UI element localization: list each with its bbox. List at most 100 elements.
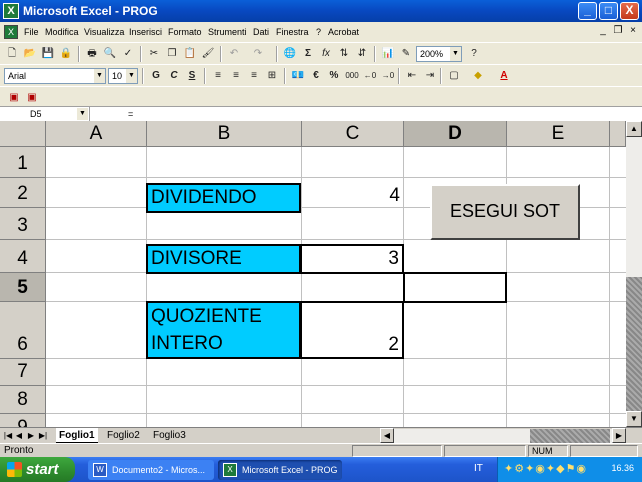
row-header-6[interactable]: 6	[0, 302, 46, 359]
cell-c4-divisor-value[interactable]: 3	[300, 244, 404, 274]
clock[interactable]: 16.36	[611, 463, 634, 473]
decrease-indent-icon[interactable]: ⇤	[404, 68, 420, 84]
scroll-right-icon[interactable]: ▶	[612, 428, 626, 443]
workbook-icon[interactable]: X	[4, 25, 18, 39]
new-icon[interactable]: 🗋	[4, 46, 20, 62]
undo-icon[interactable]: ↶	[226, 46, 242, 62]
increase-decimal-icon[interactable]: ←0	[362, 68, 378, 84]
sheet-tab-foglio3[interactable]: Foglio3	[150, 428, 189, 443]
percent-button[interactable]: %	[326, 68, 342, 84]
italic-button[interactable]: C	[166, 68, 182, 84]
row-header-8[interactable]: 8	[0, 386, 46, 414]
menu-strumenti[interactable]: Strumenti	[208, 27, 247, 37]
hyperlink-icon[interactable]: 🌐	[282, 46, 298, 62]
chart-wizard-icon[interactable]: 📊	[380, 46, 396, 62]
cell-c6-quotient-value[interactable]: 2	[300, 301, 404, 359]
row-header-7[interactable]: 7	[0, 359, 46, 386]
close-button[interactable]: X	[620, 2, 639, 20]
cut-icon[interactable]: ✂	[146, 46, 162, 62]
select-all-corner[interactable]	[0, 121, 46, 147]
start-button[interactable]: start	[0, 457, 75, 482]
pdf-email-icon[interactable]: ▣	[24, 90, 40, 106]
borders-icon[interactable]: ▢	[446, 68, 462, 84]
column-header-e[interactable]: E	[507, 121, 610, 147]
underline-button[interactable]: S	[184, 68, 200, 84]
cell-c2-dividend-value[interactable]: 4	[302, 183, 403, 213]
chevron-down-icon[interactable]: ▼	[77, 108, 88, 120]
cell-d5-active-cell[interactable]	[403, 272, 507, 303]
copy-icon[interactable]: ❐	[164, 46, 180, 62]
menu-modifica[interactable]: Modifica	[45, 27, 79, 37]
print-icon[interactable]: 🖶	[84, 46, 100, 62]
format-painter-icon[interactable]: 🖌	[200, 46, 216, 62]
first-sheet-icon[interactable]: |◀	[3, 430, 13, 442]
increase-indent-icon[interactable]: ⇥	[422, 68, 438, 84]
bold-button[interactable]: G	[148, 68, 164, 84]
align-left-icon[interactable]: ≡	[210, 68, 226, 84]
cell-b4-divisore-label[interactable]: DIVISORE	[146, 244, 301, 274]
save-icon[interactable]: 💾	[40, 46, 56, 62]
row-header-5[interactable]: 5	[0, 273, 46, 302]
euro-button[interactable]: €	[308, 68, 324, 84]
column-header-b[interactable]: B	[147, 121, 302, 147]
menu-inserisci[interactable]: Inserisci	[129, 27, 162, 37]
name-box[interactable]: D5 ▼	[0, 107, 90, 121]
paste-icon[interactable]: 📋	[182, 46, 198, 62]
menu-dati[interactable]: Dati	[253, 27, 269, 37]
permission-icon[interactable]: 🔒	[58, 46, 74, 62]
column-header-c[interactable]: C	[302, 121, 404, 147]
horizontal-scrollbar[interactable]: ◀ ▶	[380, 428, 626, 443]
sort-descending-icon[interactable]: ⇵	[354, 46, 370, 62]
menu-formato[interactable]: Formato	[168, 27, 202, 37]
scroll-up-icon[interactable]: ▲	[626, 121, 642, 137]
menu-visualizza[interactable]: Visualizza	[84, 27, 124, 37]
decrease-decimal-icon[interactable]: →0	[380, 68, 396, 84]
taskbar-item-word[interactable]: W Documento2 - Micros...	[88, 460, 214, 480]
zoom-select[interactable]: 200% ▼	[416, 46, 462, 62]
excel-app-icon[interactable]: X	[3, 3, 19, 19]
sort-ascending-icon[interactable]: ⇅	[336, 46, 352, 62]
help-icon[interactable]: ?	[466, 46, 482, 62]
workbook-close-button[interactable]: ×	[626, 25, 640, 38]
previous-sheet-icon[interactable]: ◀	[14, 430, 24, 442]
spreadsheet-grid[interactable]: A B C D E 1 2 3 4 5 6 7 8 9 DIVIDENDO 4 …	[0, 121, 626, 427]
chevron-down-icon[interactable]: ▼	[94, 69, 105, 83]
column-header-f[interactable]	[610, 121, 626, 147]
next-sheet-icon[interactable]: ▶	[26, 430, 36, 442]
font-size-select[interactable]: 10 ▼	[108, 68, 138, 84]
language-indicator[interactable]: IT	[474, 463, 483, 474]
scroll-down-icon[interactable]: ▼	[626, 411, 642, 427]
column-header-d[interactable]: D	[404, 121, 507, 147]
thousands-button[interactable]: 000	[344, 68, 360, 84]
chevron-down-icon[interactable]: ▼	[450, 47, 461, 61]
column-header-a[interactable]: A	[46, 121, 147, 147]
pdf-convert-icon[interactable]: ▣	[6, 90, 22, 106]
align-center-icon[interactable]: ≡	[228, 68, 244, 84]
menu-file[interactable]: File	[24, 27, 39, 37]
font-color-icon[interactable]: A	[496, 68, 512, 84]
menu-finestra[interactable]: Finestra	[276, 27, 309, 37]
row-header-2[interactable]: 2	[0, 178, 46, 208]
row-header-4[interactable]: 4	[0, 240, 46, 273]
cell-b2-dividendo-label[interactable]: DIVIDENDO	[146, 183, 301, 213]
print-preview-icon[interactable]: 🔍	[102, 46, 118, 62]
chevron-down-icon[interactable]: ▼	[126, 69, 137, 83]
open-icon[interactable]: 📂	[22, 46, 38, 62]
autosum-icon[interactable]: Σ	[300, 46, 316, 62]
last-sheet-icon[interactable]: ▶|	[38, 430, 48, 442]
align-right-icon[interactable]: ≡	[246, 68, 262, 84]
currency-icon[interactable]: 💶	[290, 68, 306, 84]
horizontal-scroll-thumb[interactable]	[530, 429, 610, 443]
scroll-left-icon[interactable]: ◀	[380, 428, 394, 443]
font-name-select[interactable]: Arial ▼	[4, 68, 106, 84]
merge-center-icon[interactable]: ⊞	[264, 68, 280, 84]
cell-b6-quoziente-label[interactable]: QUOZIENTE INTERO	[146, 301, 301, 359]
run-macro-button[interactable]: ESEGUI SOT	[430, 184, 580, 240]
sheet-tab-foglio2[interactable]: Foglio2	[104, 428, 143, 443]
workbook-minimize-button[interactable]: _	[596, 25, 610, 38]
row-header-3[interactable]: 3	[0, 208, 46, 240]
minimize-button[interactable]: _	[578, 2, 597, 20]
menu-help[interactable]: ?	[316, 27, 321, 37]
row-header-9[interactable]: 9	[0, 414, 46, 427]
workbook-restore-button[interactable]: ❐	[611, 25, 625, 38]
